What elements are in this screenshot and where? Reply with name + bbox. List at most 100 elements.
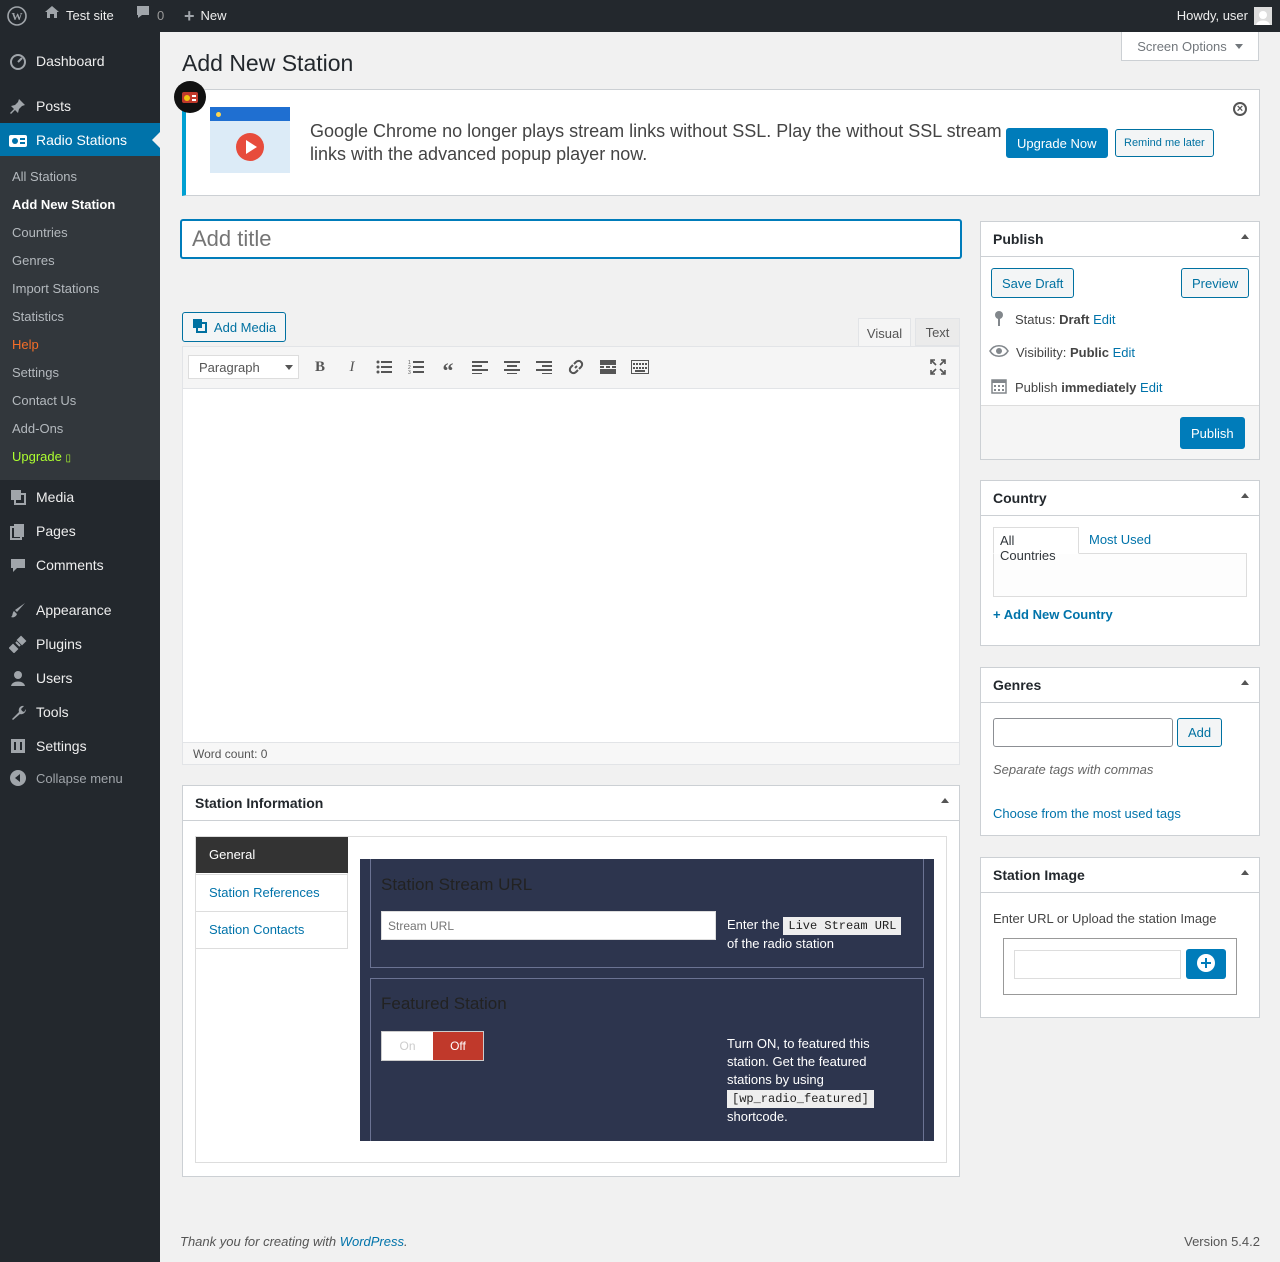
menu-label: Dashboard xyxy=(36,53,105,69)
edit-status-link[interactable]: Edit xyxy=(1093,312,1115,327)
collapse-toggle-icon[interactable] xyxy=(1241,680,1249,685)
align-left-icon[interactable] xyxy=(470,357,490,377)
fullscreen-icon[interactable] xyxy=(928,357,948,377)
submenu-settings[interactable]: Settings xyxy=(12,363,59,383)
site-name-link[interactable]: Test site xyxy=(44,0,114,32)
site-name: Test site xyxy=(66,8,114,23)
station-image-url-input[interactable] xyxy=(1014,950,1181,979)
my-account-link[interactable]: Howdy, user xyxy=(1177,0,1272,32)
menu-posts[interactable]: Posts xyxy=(0,89,160,123)
submenu-all-stations[interactable]: All Stations xyxy=(12,167,77,187)
country-header[interactable]: Country xyxy=(981,481,1259,516)
genres-header[interactable]: Genres xyxy=(981,668,1259,703)
align-right-icon[interactable] xyxy=(534,357,554,377)
save-draft-button[interactable]: Save Draft xyxy=(991,268,1075,298)
bulleted-list-icon[interactable] xyxy=(374,357,394,377)
add-media-button[interactable]: Add Media xyxy=(182,312,286,342)
submenu-statistics[interactable]: Statistics xyxy=(12,307,64,327)
publish-button[interactable]: Publish xyxy=(1180,417,1245,449)
read-more-icon[interactable] xyxy=(598,357,618,377)
collapse-toggle-icon[interactable] xyxy=(1241,870,1249,875)
menu-label: Appearance xyxy=(36,602,112,618)
paintbrush-icon xyxy=(0,601,36,619)
align-center-icon[interactable] xyxy=(502,357,522,377)
tab-all-countries[interactable]: All Countries xyxy=(993,527,1079,563)
station-image-label: Enter URL or Upload the station Image xyxy=(993,911,1217,926)
toggle-off[interactable]: Off xyxy=(433,1032,483,1060)
status-value: Draft xyxy=(1059,312,1090,327)
submenu-import-stations[interactable]: Import Stations xyxy=(12,279,99,299)
tab-most-used[interactable]: Most Used xyxy=(1089,527,1151,553)
station-image-field xyxy=(1003,938,1237,995)
remind-later-button[interactable]: Remind me later xyxy=(1115,129,1214,157)
publish-header[interactable]: Publish xyxy=(981,222,1259,257)
menu-comments[interactable]: Comments xyxy=(0,548,160,582)
blockquote-icon[interactable]: “ xyxy=(438,357,458,383)
numbered-list-icon[interactable]: 123 xyxy=(406,357,426,377)
stream-url-input[interactable] xyxy=(381,911,716,940)
italic-icon[interactable]: I xyxy=(342,357,362,377)
collapse-toggle-icon[interactable] xyxy=(1241,234,1249,239)
submenu-contact-us[interactable]: Contact Us xyxy=(12,391,76,411)
bold-icon[interactable]: B xyxy=(310,357,330,377)
collapse-toggle-icon[interactable] xyxy=(941,798,949,803)
visibility-value: Public xyxy=(1069,345,1109,360)
submenu-add-ons[interactable]: Add-Ons xyxy=(12,419,63,439)
toolbar-toggle-icon[interactable] xyxy=(630,357,650,377)
tab-visual[interactable]: Visual xyxy=(858,318,911,348)
menu-radio-stations[interactable]: Radio Stations xyxy=(0,123,160,157)
comments-link[interactable]: 0 xyxy=(135,0,164,32)
upgrade-now-button[interactable]: Upgrade Now xyxy=(1006,128,1108,158)
menu-plugins[interactable]: Plugins xyxy=(0,627,160,661)
schedule-row: Publish immediately Edit xyxy=(991,378,1162,397)
wordpress-logo-icon[interactable]: W xyxy=(7,0,27,32)
caret-down-icon xyxy=(1234,43,1243,49)
screen-options-button[interactable]: Screen Options xyxy=(1121,32,1259,61)
menu-settings[interactable]: Settings xyxy=(0,729,160,763)
submenu-help[interactable]: Help xyxy=(12,335,39,355)
submenu-genres[interactable]: Genres xyxy=(12,251,55,271)
collapse-toggle-icon[interactable] xyxy=(1241,493,1249,498)
station-information-header[interactable]: Station Information xyxy=(183,786,959,821)
upload-image-button[interactable] xyxy=(1186,949,1226,979)
post-title-input[interactable] xyxy=(181,220,961,258)
tab-text[interactable]: Text xyxy=(915,318,960,346)
featured-toggle[interactable]: On Off xyxy=(381,1031,484,1061)
station-image-header[interactable]: Station Image xyxy=(981,858,1259,893)
link-icon[interactable] xyxy=(566,357,586,377)
menu-dashboard[interactable]: Dashboard xyxy=(0,44,160,78)
menu-media[interactable]: Media xyxy=(0,480,160,514)
tab-general[interactable]: General xyxy=(196,837,348,873)
menu-pages[interactable]: Pages xyxy=(0,514,160,548)
add-media-label: Add Media xyxy=(213,319,277,335)
box-title: Publish xyxy=(993,231,1044,247)
new-content-link[interactable]: + New xyxy=(184,0,227,32)
choose-most-used-tags-link[interactable]: Choose from the most used tags xyxy=(993,806,1181,821)
dismiss-notice-icon[interactable]: × xyxy=(1233,102,1247,116)
editor-content-area[interactable] xyxy=(183,389,959,742)
tab-station-contacts[interactable]: Station Contacts xyxy=(196,911,348,948)
menu-appearance[interactable]: Appearance xyxy=(0,593,160,627)
submenu-countries[interactable]: Countries xyxy=(12,223,68,243)
genre-input[interactable] xyxy=(993,718,1173,747)
submenu-upgrade[interactable]: Upgrade ▯ xyxy=(12,447,71,467)
play-icon xyxy=(246,140,257,154)
menu-users[interactable]: Users xyxy=(0,661,160,695)
edit-schedule-link[interactable]: Edit xyxy=(1140,380,1162,395)
wordpress-link[interactable]: WordPress xyxy=(340,1234,404,1249)
submenu-add-new-station[interactable]: Add New Station xyxy=(12,195,115,215)
footer-version: Version 5.4.2 xyxy=(1184,1234,1260,1249)
add-genre-button[interactable]: Add xyxy=(1177,718,1223,747)
genres-hint: Separate tags with commas xyxy=(993,762,1154,777)
menu-label: Settings xyxy=(36,738,87,754)
menu-tools[interactable]: Tools xyxy=(0,695,160,729)
add-new-country-link[interactable]: + Add New Country xyxy=(993,607,1113,622)
tab-station-references[interactable]: Station References xyxy=(196,874,348,910)
format-select[interactable]: Paragraph xyxy=(188,355,299,379)
preview-button[interactable]: Preview xyxy=(1181,268,1250,298)
featured-help: Turn ON, to featured this station. Get t… xyxy=(727,1035,887,1126)
toggle-on[interactable]: On xyxy=(382,1032,433,1060)
collapse-menu-button[interactable]: Collapse menu xyxy=(0,761,160,795)
radio-icon xyxy=(0,132,36,148)
edit-visibility-link[interactable]: Edit xyxy=(1113,345,1135,360)
